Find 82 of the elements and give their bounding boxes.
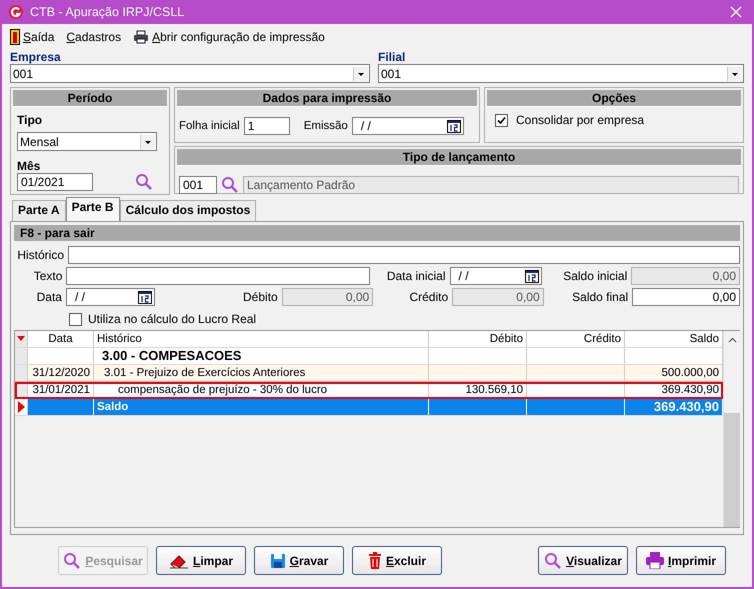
table-cell: 31/12/2020 bbox=[28, 365, 94, 381]
date-field[interactable]: / / bbox=[450, 267, 542, 285]
row-header[interactable] bbox=[15, 399, 28, 415]
search-icon[interactable] bbox=[221, 176, 239, 194]
column-header[interactable]: Crédito bbox=[527, 331, 625, 347]
checkbox-label: Consolidar por empresa bbox=[516, 113, 644, 127]
checkbox[interactable] bbox=[69, 312, 82, 326]
date-field[interactable]: / / bbox=[352, 117, 464, 135]
printer-icon bbox=[646, 552, 664, 569]
printer-icon bbox=[133, 30, 150, 44]
calendar-icon[interactable] bbox=[446, 120, 461, 132]
field-label: Data inicial bbox=[386, 269, 446, 283]
field-label: Texto bbox=[32, 269, 62, 283]
start-page-field[interactable]: 1 bbox=[244, 117, 290, 135]
action-button[interactable]: Imprimir bbox=[636, 546, 726, 575]
history-field[interactable] bbox=[68, 246, 740, 264]
action-button[interactable]: Gravar bbox=[254, 546, 344, 575]
field-label: Saldo final bbox=[571, 290, 628, 304]
menu-item[interactable]: Saída bbox=[10, 29, 54, 45]
panel-header: Período bbox=[13, 90, 167, 107]
calendar-icon[interactable] bbox=[138, 290, 152, 304]
panel-header: Dados para impressão bbox=[177, 90, 477, 107]
field-label: Mês bbox=[17, 159, 42, 173]
code-field[interactable]: 001 bbox=[179, 176, 217, 194]
trash-icon bbox=[368, 552, 382, 569]
search-icon[interactable] bbox=[135, 173, 153, 191]
scrollbar[interactable] bbox=[723, 331, 740, 527]
table-cell: 130.569,10 bbox=[429, 382, 527, 398]
calendar-icon[interactable] bbox=[524, 270, 539, 282]
table-cell: 3.01 - Prejuizo de Exercícios Anteriores bbox=[94, 365, 429, 381]
menu-item[interactable]: Cadastros bbox=[66, 30, 122, 44]
type-dropdown[interactable]: Mensal bbox=[17, 132, 157, 151]
row-pointer-icon bbox=[18, 401, 24, 413]
table-cell: compensação de prejuízo - 30% do lucro bbox=[94, 382, 429, 398]
column-header[interactable]: Débito bbox=[429, 331, 527, 347]
text-field[interactable] bbox=[66, 267, 370, 285]
month-field[interactable]: 01/2021 bbox=[17, 173, 93, 191]
column-header[interactable]: Histórico bbox=[94, 331, 429, 347]
final-balance-field[interactable]: 0,00 bbox=[632, 288, 740, 306]
tab[interactable]: Parte A bbox=[12, 200, 66, 221]
search-icon bbox=[63, 552, 82, 570]
action-button[interactable]: Excluir bbox=[352, 546, 442, 575]
sort-arrow-icon[interactable] bbox=[16, 335, 26, 343]
logo-icon bbox=[8, 4, 24, 20]
close-icon[interactable] bbox=[730, 6, 742, 18]
field-label: Folha inicial bbox=[179, 120, 240, 132]
panel-header: F8 - para sair bbox=[14, 225, 740, 241]
debit-field: 0,00 bbox=[282, 288, 374, 306]
table-cell: 31/01/2021 bbox=[28, 382, 94, 398]
table-cell: Saldo bbox=[94, 399, 429, 415]
menu-item[interactable]: Abrir configuração de impressão bbox=[133, 30, 325, 44]
eraser-icon bbox=[168, 552, 189, 568]
description-field: Lançamento Padrão bbox=[243, 176, 739, 194]
field-label: Empresa bbox=[10, 50, 62, 64]
initial-balance-field: 0,00 bbox=[631, 267, 740, 285]
action-button[interactable]: Visualizar bbox=[538, 546, 628, 575]
field-label: Histórico bbox=[16, 248, 64, 262]
field-label: Tipo bbox=[17, 113, 44, 127]
branch-dropdown[interactable]: 001 bbox=[378, 64, 744, 83]
field-label: Débito bbox=[242, 290, 278, 304]
action-button[interactable]: Limpar bbox=[156, 546, 246, 575]
field-label: Saldo inicial bbox=[562, 269, 628, 283]
panel-header: Tipo de lançamento bbox=[177, 149, 741, 166]
checkbox[interactable] bbox=[495, 114, 508, 126]
tab[interactable]: Cálculo dos impostos bbox=[120, 200, 256, 221]
column-header[interactable]: Data bbox=[28, 331, 94, 347]
field-label: Filial bbox=[378, 50, 406, 64]
date-field[interactable]: / / bbox=[66, 288, 155, 306]
search-icon bbox=[544, 552, 562, 570]
table-cell: 3.00 - COMPESACOES bbox=[94, 348, 429, 364]
row-header[interactable] bbox=[15, 382, 28, 398]
panel-header: Opções bbox=[487, 90, 741, 107]
checkbox-label: Utiliza no cálculo do Lucro Real bbox=[88, 312, 256, 326]
field-label: Crédito bbox=[408, 290, 448, 304]
field-label: Data bbox=[36, 290, 62, 304]
door-icon bbox=[10, 29, 20, 45]
credit-field: 0,00 bbox=[452, 288, 544, 306]
window-title: CTB - Apuração IRPJ/CSLL bbox=[30, 5, 186, 19]
field-label: Emissão bbox=[304, 120, 348, 132]
tab[interactable]: Parte B bbox=[66, 197, 120, 221]
scroll-up-icon[interactable] bbox=[728, 337, 736, 343]
company-dropdown[interactable]: 001 bbox=[10, 64, 370, 83]
